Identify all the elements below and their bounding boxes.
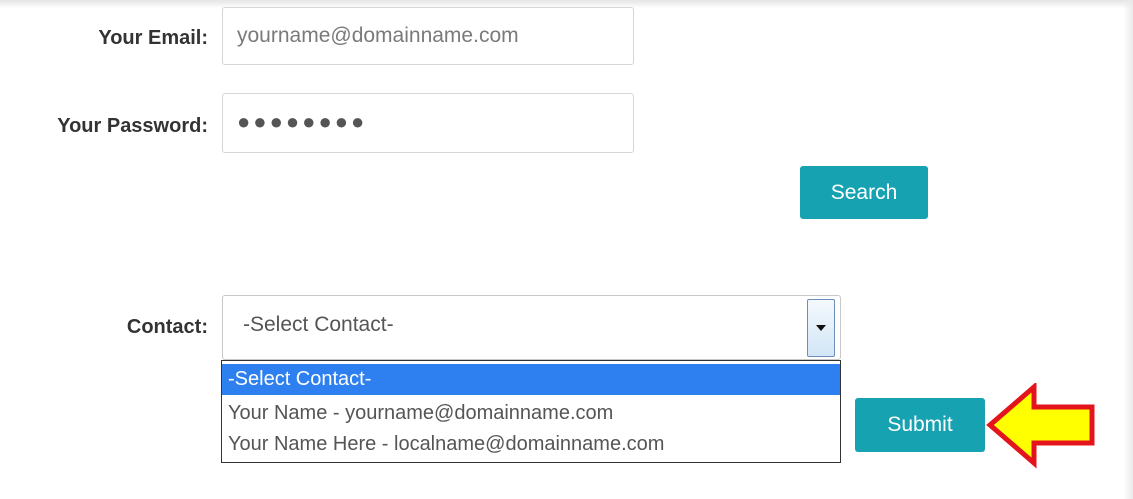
email-label: Your Email: bbox=[98, 27, 208, 49]
contact-option[interactable]: Your Name Here - localname@domainname.co… bbox=[222, 429, 840, 459]
contact-option[interactable]: Your Name - yourname@domainname.com bbox=[222, 398, 840, 428]
search-button[interactable]: Search bbox=[800, 166, 928, 219]
contact-select[interactable]: -Select Contact- bbox=[222, 295, 841, 360]
login-contact-form: Your Email: Your Password: ●●●●●●●● Sear… bbox=[0, 0, 1133, 499]
left-arrow-icon bbox=[986, 383, 1095, 469]
submit-button[interactable]: Submit bbox=[855, 398, 985, 452]
password-label: Your Password: bbox=[57, 115, 208, 137]
contact-label: Contact: bbox=[126, 316, 208, 338]
triangle-down-icon[interactable] bbox=[807, 299, 835, 357]
right-shadow bbox=[1123, 0, 1133, 499]
triangle-down-glyph bbox=[816, 325, 826, 331]
password-field[interactable]: ●●●●●●●● bbox=[222, 93, 634, 153]
contact-dropdown-list: -Select Contact- Your Name - yourname@do… bbox=[221, 360, 841, 463]
contact-select-value: -Select Contact- bbox=[243, 313, 394, 336]
contact-option[interactable]: -Select Contact- bbox=[222, 364, 840, 395]
password-value: ●●●●●●●● bbox=[237, 109, 368, 134]
email-field[interactable] bbox=[222, 7, 634, 65]
